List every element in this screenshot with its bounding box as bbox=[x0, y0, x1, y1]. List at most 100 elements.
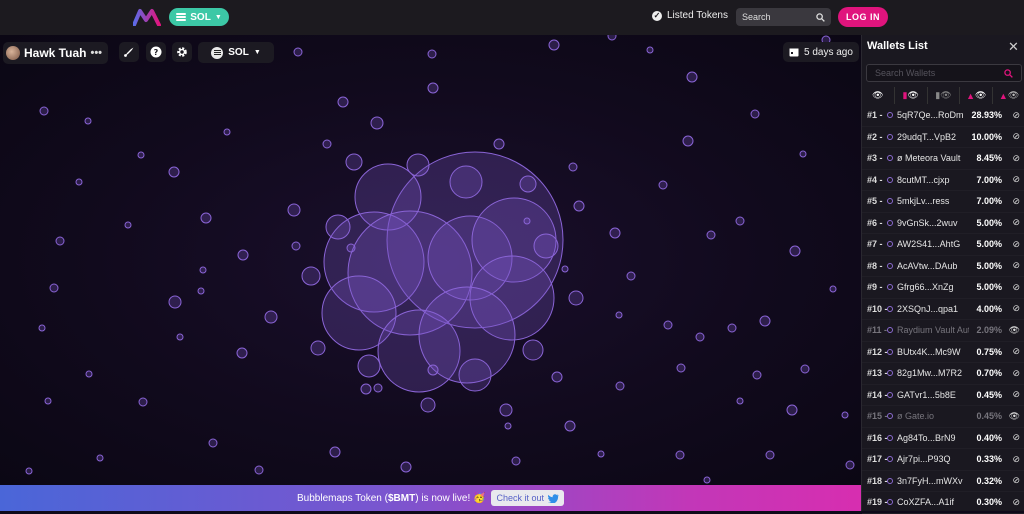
login-button[interactable]: LOG IN bbox=[838, 7, 888, 27]
tab-show-contracts[interactable]: ▮ 👁 bbox=[895, 87, 928, 104]
wallet-bubble[interactable] bbox=[55, 236, 65, 246]
wallet-bubble[interactable] bbox=[236, 347, 248, 359]
token-search-input[interactable]: Search bbox=[736, 8, 831, 26]
wallet-bubble[interactable] bbox=[199, 266, 207, 274]
wallet-bubble[interactable] bbox=[200, 212, 212, 224]
wallet-bubble[interactable] bbox=[458, 358, 492, 392]
wallet-bubble[interactable] bbox=[703, 476, 711, 484]
wallet-bubble[interactable] bbox=[427, 49, 437, 59]
wallet-bubble[interactable] bbox=[237, 249, 249, 261]
wallet-bubble[interactable] bbox=[223, 128, 231, 136]
chain-dropdown[interactable]: SOL ▼ bbox=[198, 42, 274, 63]
wallet-bubble[interactable] bbox=[561, 265, 569, 273]
check-it-out-button[interactable]: Check it out bbox=[491, 490, 564, 506]
wallet-bubble[interactable] bbox=[735, 216, 745, 226]
wallet-bubble[interactable] bbox=[137, 151, 145, 159]
eye-off-icon[interactable]: ⊘ bbox=[1012, 432, 1020, 443]
chain-selector-pill[interactable]: SOL ▼ bbox=[169, 8, 229, 26]
rocket-button[interactable] bbox=[119, 42, 139, 62]
eye-off-icon[interactable]: ⊘ bbox=[1012, 346, 1020, 357]
eye-off-icon[interactable]: ⊘ bbox=[1012, 497, 1020, 508]
settings-button[interactable] bbox=[172, 42, 192, 62]
wallet-row[interactable]: #10 - 2XSQnJ...qpa1 4.00% ⊘ bbox=[862, 299, 1024, 320]
wallet-bubble[interactable] bbox=[523, 217, 531, 225]
wallet-bubble[interactable] bbox=[829, 285, 837, 293]
wallet-bubble[interactable] bbox=[706, 230, 716, 240]
wallet-row[interactable]: #9 - Gfrg66...XnZg 5.00% ⊘ bbox=[862, 277, 1024, 299]
wallet-row[interactable]: #11 - Raydium Vault Aut... 2.09% 👁 bbox=[862, 320, 1024, 342]
wallet-bubble[interactable] bbox=[325, 214, 351, 240]
bubble-map-canvas[interactable] bbox=[0, 35, 861, 485]
eye-off-icon[interactable]: ⊘ bbox=[1012, 303, 1020, 314]
wallet-bubble[interactable] bbox=[287, 203, 301, 217]
wallet-bubble[interactable] bbox=[345, 153, 363, 171]
tab-show-exchanges[interactable]: ▲ 👁 bbox=[960, 87, 994, 104]
wallet-row[interactable]: #7 - AW2S41...AhtG 5.00% ⊘ bbox=[862, 234, 1024, 256]
wallet-bubble[interactable] bbox=[551, 371, 563, 383]
wallet-bubble[interactable] bbox=[329, 446, 341, 458]
wallet-bubble[interactable] bbox=[519, 175, 537, 193]
wallet-row[interactable]: #12 - BUtx4K...Mc9W 0.75% ⊘ bbox=[862, 342, 1024, 363]
eye-icon[interactable]: 👁 bbox=[1009, 325, 1020, 336]
wallet-bubble[interactable] bbox=[138, 397, 148, 407]
wallet-bubble[interactable] bbox=[675, 450, 685, 460]
eye-off-icon[interactable]: ⊘ bbox=[1012, 153, 1020, 164]
eye-off-icon[interactable]: ⊘ bbox=[1012, 475, 1020, 486]
wallet-bubble[interactable] bbox=[597, 450, 605, 458]
wallet-bubble[interactable] bbox=[293, 47, 303, 57]
wallet-bubble[interactable] bbox=[291, 241, 301, 251]
wallet-bubble[interactable] bbox=[38, 324, 46, 332]
tab-show-all[interactable]: 👁 bbox=[862, 87, 895, 104]
wallet-bubble[interactable] bbox=[607, 35, 617, 41]
wallet-bubble[interactable] bbox=[357, 354, 381, 378]
wallet-bubble[interactable] bbox=[504, 422, 512, 430]
wallet-bubble[interactable] bbox=[406, 153, 430, 177]
wallet-bubble[interactable] bbox=[686, 71, 698, 83]
wallet-row[interactable]: #15 - ø Gate.io 0.45% 👁 bbox=[862, 406, 1024, 428]
wallet-bubble[interactable] bbox=[124, 221, 132, 229]
wallet-bubble[interactable] bbox=[96, 454, 104, 462]
wallet-bubble[interactable] bbox=[84, 117, 92, 125]
wallet-row[interactable]: #3 - ø Meteora Vault 8.45% ⊘ bbox=[862, 148, 1024, 170]
wallet-bubble[interactable] bbox=[322, 139, 332, 149]
wallet-bubble[interactable] bbox=[676, 363, 686, 373]
eye-off-icon[interactable]: ⊘ bbox=[1012, 454, 1020, 465]
wallet-bubble[interactable] bbox=[264, 310, 278, 324]
wallet-bubble[interactable] bbox=[493, 138, 505, 150]
wallet-row[interactable]: #17 - Ajr7pi...P93Q 0.33% ⊘ bbox=[862, 449, 1024, 471]
wallet-bubble[interactable] bbox=[420, 397, 436, 413]
wallet-bubble[interactable] bbox=[695, 332, 705, 342]
wallet-bubble[interactable] bbox=[736, 397, 744, 405]
bubblemaps-logo[interactable] bbox=[133, 8, 161, 26]
wallet-bubble[interactable] bbox=[373, 383, 383, 393]
wallet-bubble[interactable] bbox=[49, 283, 59, 293]
wallet-bubble[interactable] bbox=[615, 311, 623, 319]
wallet-row[interactable]: #14 - GATvr1...5b8E 0.45% ⊘ bbox=[862, 385, 1024, 406]
wallet-row[interactable]: #1 - 5qR7Qe...RoDm 28.93% ⊘ bbox=[862, 105, 1024, 127]
wallet-row[interactable]: #2 - 29udqT...VpB2 10.00% ⊘ bbox=[862, 127, 1024, 148]
wallet-bubble[interactable] bbox=[310, 340, 326, 356]
eye-off-icon[interactable]: ⊘ bbox=[1012, 260, 1020, 271]
wallet-row[interactable]: #5 - 5mkjLv...ress 7.00% ⊘ bbox=[862, 191, 1024, 213]
eye-off-icon[interactable]: ⊘ bbox=[1012, 131, 1020, 142]
eye-off-icon[interactable]: ⊘ bbox=[1012, 217, 1020, 228]
wallet-bubble[interactable] bbox=[800, 364, 810, 374]
token-header[interactable]: Hawk Tuah ••• bbox=[3, 42, 109, 64]
wallet-bubble[interactable] bbox=[360, 383, 372, 395]
wallet-row[interactable]: #8 - AcAVtw...DAub 5.00% ⊘ bbox=[862, 256, 1024, 277]
wallet-bubble[interactable] bbox=[646, 46, 654, 54]
wallet-bubble[interactable] bbox=[370, 116, 384, 130]
tab-hide-exchanges[interactable]: ▲ 👁 bbox=[993, 87, 1024, 104]
help-button[interactable]: ? bbox=[146, 42, 166, 62]
eye-off-icon[interactable]: ⊘ bbox=[1012, 110, 1020, 121]
wallet-bubble[interactable] bbox=[39, 106, 49, 116]
wallet-bubble[interactable] bbox=[845, 460, 855, 470]
wallet-bubble[interactable] bbox=[564, 420, 576, 432]
wallet-bubble[interactable] bbox=[449, 165, 483, 199]
listed-tokens-link[interactable]: ✓ Listed Tokens bbox=[652, 10, 728, 21]
wallet-bubble[interactable] bbox=[682, 135, 694, 147]
wallet-bubble[interactable] bbox=[750, 109, 760, 119]
wallet-bubble[interactable] bbox=[346, 243, 356, 253]
wallet-bubble[interactable] bbox=[609, 227, 621, 239]
wallet-bubble[interactable] bbox=[197, 287, 205, 295]
